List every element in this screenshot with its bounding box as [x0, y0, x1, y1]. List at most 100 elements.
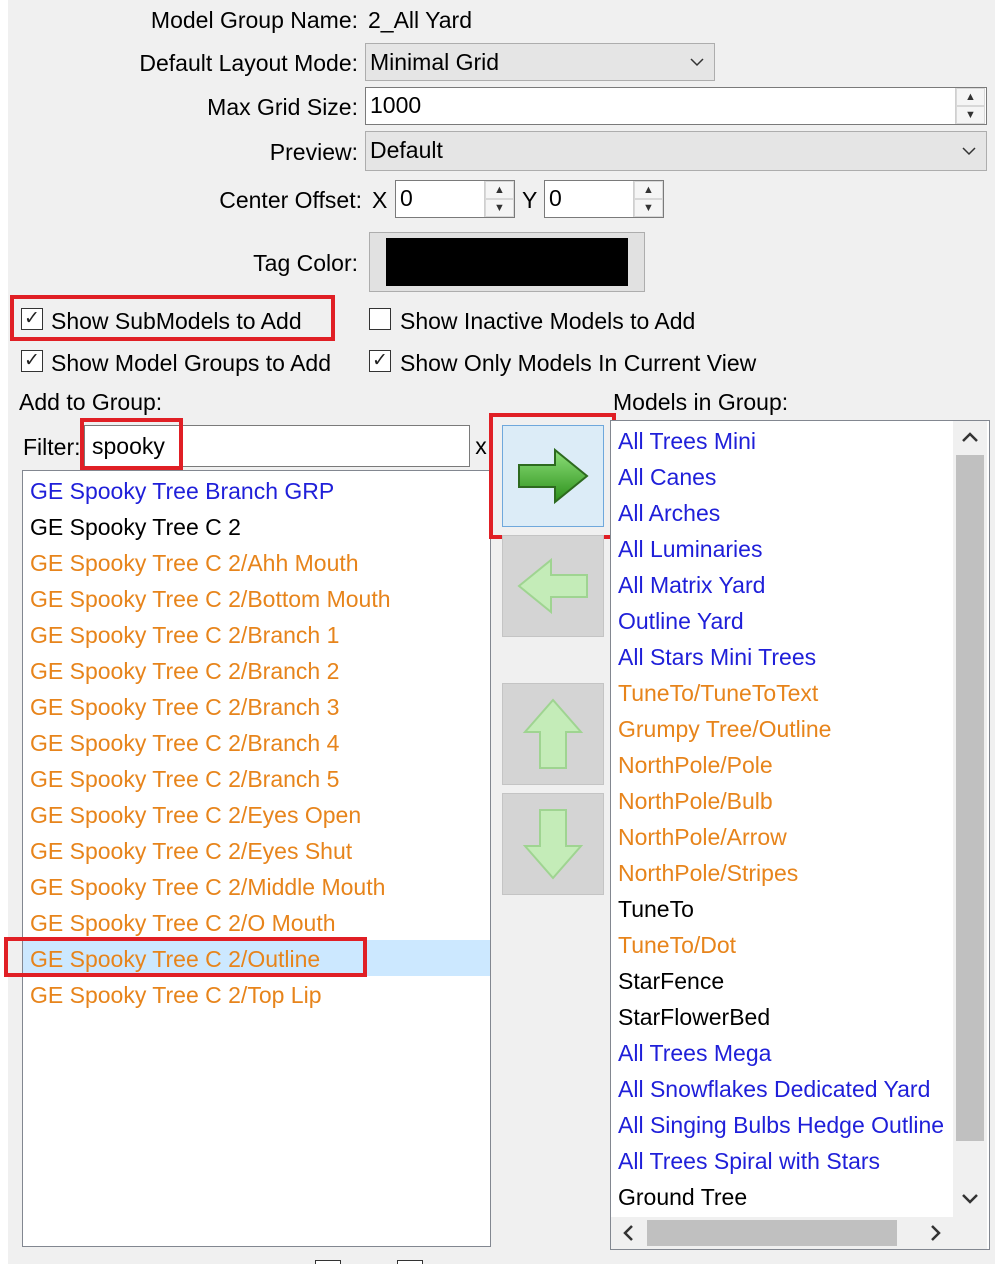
list-item[interactable]: GE Spooky Tree C 2/Branch 2: [30, 653, 339, 689]
y-offset-stepper[interactable]: ▲ ▼: [633, 181, 663, 217]
up-arrow-icon[interactable]: ▲: [956, 88, 985, 106]
list-item[interactable]: GE Spooky Tree C 2/Eyes Open: [30, 797, 361, 833]
default-layout-select[interactable]: Minimal Grid: [365, 43, 715, 81]
center-offset-label: Center Offset:: [219, 187, 362, 213]
tag-color-button[interactable]: [369, 232, 645, 292]
vertical-scrollbar[interactable]: [953, 421, 987, 1217]
chevron-left-icon: [623, 1225, 633, 1241]
list-item[interactable]: All Trees Mini: [618, 423, 953, 459]
list-item[interactable]: GE Spooky Tree C 2/Branch 5: [30, 761, 339, 797]
highlight-box: [4, 937, 367, 977]
list-item[interactable]: All Trees Spiral with Stars: [618, 1143, 953, 1179]
scroll-down-button[interactable]: [953, 1183, 987, 1215]
chevron-up-icon: [962, 432, 978, 442]
default-layout-label: Default Layout Mode:: [139, 50, 358, 76]
scrollbar-thumb[interactable]: [956, 455, 984, 1141]
list-item[interactable]: All Trees Mega: [618, 1035, 953, 1071]
list-item[interactable]: GE Spooky Tree C 2/Branch 3: [30, 689, 339, 725]
list-item[interactable]: TuneTo/TuneToText: [618, 675, 953, 711]
down-arrow-icon[interactable]: ▼: [634, 199, 663, 217]
down-arrow-icon[interactable]: ▼: [956, 106, 985, 124]
up-arrow-icon[interactable]: ▲: [634, 181, 663, 199]
show-model-groups-checkbox[interactable]: ✓: [21, 350, 43, 372]
list-item[interactable]: Ground Tree: [618, 1179, 953, 1215]
add-to-group-header: Add to Group:: [19, 389, 163, 415]
add-to-group-list[interactable]: GE Spooky Tree Branch GRP GE Spooky Tree …: [22, 470, 491, 1247]
clear-filter-button[interactable]: x: [471, 426, 491, 466]
show-inactive-checkbox[interactable]: [369, 308, 391, 330]
down-arrow-icon: [522, 809, 584, 880]
list-item[interactable]: GE Spooky Tree Branch GRP: [30, 473, 334, 509]
move-up-button[interactable]: [502, 683, 604, 785]
list-item[interactable]: NorthPole/Pole: [618, 747, 953, 783]
scroll-right-button[interactable]: [919, 1217, 953, 1249]
y-label: Y: [522, 187, 538, 213]
list-item[interactable]: All Matrix Yard: [618, 567, 953, 603]
remove-from-group-button[interactable]: [502, 535, 604, 637]
up-arrow-icon[interactable]: ▲: [485, 181, 514, 199]
x-offset-value: 0: [400, 185, 413, 211]
models-in-group-header: Models in Group:: [613, 389, 789, 415]
list-item[interactable]: GE Spooky Tree C 2/Top Lip: [30, 977, 322, 1013]
models-in-group-list[interactable]: All Trees Mini All Canes All Arches All Lum…: [610, 420, 990, 1250]
chevron-down-icon: [690, 58, 704, 67]
left-arrow-icon: [517, 557, 588, 615]
list-item[interactable]: All Stars Mini Trees: [618, 639, 953, 675]
default-layout-value: Minimal Grid: [370, 49, 500, 75]
chevron-right-icon: [931, 1225, 941, 1241]
list-item[interactable]: TuneTo: [618, 891, 953, 927]
scroll-left-button[interactable]: [611, 1217, 645, 1249]
max-grid-input[interactable]: 1000: [365, 87, 987, 125]
scrollbar-thumb[interactable]: [647, 1220, 897, 1246]
down-arrow-icon[interactable]: ▼: [485, 199, 514, 217]
horizontal-scrollbar[interactable]: [611, 1217, 953, 1249]
chevron-down-icon: [962, 147, 976, 156]
list-item[interactable]: All Singing Bulbs Hedge Outline: [618, 1107, 953, 1143]
list-item[interactable]: GE Spooky Tree C 2/O Mouth: [30, 905, 336, 941]
list-item[interactable]: GE Spooky Tree C 2/Branch 4: [30, 725, 339, 761]
list-item[interactable]: NorthPole/Stripes: [618, 855, 953, 891]
preview-label: Preview:: [269, 139, 358, 165]
model-group-name-value: 2_All Yard: [368, 7, 472, 33]
list-item[interactable]: GE Spooky Tree C 2/Middle Mouth: [30, 869, 385, 905]
move-down-button[interactable]: [502, 793, 604, 895]
list-item[interactable]: All Snowflakes Dedicated Yard: [618, 1071, 953, 1107]
preview-value: Default: [370, 137, 443, 163]
list-item[interactable]: Grumpy Tree/Outline: [618, 711, 953, 747]
show-inactive-label[interactable]: Show Inactive Models to Add: [400, 307, 695, 335]
highlight-box: [80, 418, 183, 470]
list-item[interactable]: GE Spooky Tree C 2/Ahh Mouth: [30, 545, 359, 581]
list-item[interactable]: GE Spooky Tree C 2/Bottom Mouth: [30, 581, 391, 617]
list-item[interactable]: TuneTo/Dot: [618, 927, 953, 963]
list-item[interactable]: GE Spooky Tree C 2/Branch 1: [30, 617, 339, 653]
clear-filter-label: x: [475, 433, 487, 459]
list-item[interactable]: Outline Yard: [618, 603, 953, 639]
chevron-down-icon: [962, 1194, 978, 1204]
list-item[interactable]: All Arches: [618, 495, 953, 531]
checkbox-partial[interactable]: [397, 1260, 423, 1264]
tag-color-swatch: [386, 238, 628, 286]
scrollbar-corner: [953, 1217, 987, 1249]
list-item[interactable]: All Canes: [618, 459, 953, 495]
max-grid-value: 1000: [370, 92, 422, 118]
scroll-up-button[interactable]: [953, 421, 987, 453]
model-group-name-label: Model Group Name:: [150, 7, 358, 33]
filter-label: Filter:: [23, 434, 81, 460]
list-item[interactable]: All Luminaries: [618, 531, 953, 567]
highlight-box: [10, 295, 335, 341]
show-only-current-view-checkbox[interactable]: ✓: [369, 350, 391, 372]
list-item[interactable]: StarFence: [618, 963, 953, 999]
show-model-groups-label[interactable]: Show Model Groups to Add: [51, 349, 331, 377]
y-offset-value: 0: [549, 185, 562, 211]
list-item[interactable]: GE Spooky Tree C 2/Eyes Shut: [30, 833, 352, 869]
list-item[interactable]: GE Spooky Tree C 2: [30, 509, 241, 545]
x-offset-stepper[interactable]: ▲ ▼: [484, 181, 514, 217]
preview-select[interactable]: Default: [365, 131, 987, 171]
checkbox-partial[interactable]: [315, 1260, 341, 1264]
list-item[interactable]: NorthPole/Bulb: [618, 783, 953, 819]
max-grid-stepper[interactable]: ▲ ▼: [955, 88, 985, 124]
show-only-current-view-label[interactable]: Show Only Models In Current View: [400, 349, 756, 377]
list-item[interactable]: StarFlowerBed: [618, 999, 953, 1035]
list-item[interactable]: NorthPole/Arrow: [618, 819, 953, 855]
tag-color-label: Tag Color:: [253, 250, 358, 276]
